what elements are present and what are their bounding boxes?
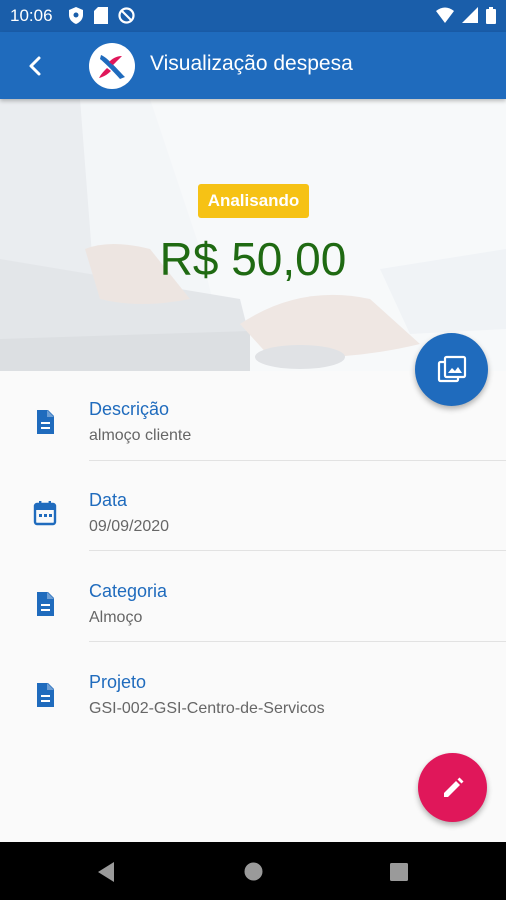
detail-label: Projeto xyxy=(89,672,147,692)
detail-value: GSI-002-GSI-Centro-de-Servicos xyxy=(89,700,325,717)
calendar-icon xyxy=(33,501,57,526)
detail-value: 09/09/2020 xyxy=(89,518,170,535)
edit-button[interactable] xyxy=(418,753,487,822)
shield-icon xyxy=(69,7,83,24)
nav-back-icon[interactable] xyxy=(96,861,116,883)
gallery-button[interactable] xyxy=(415,333,488,406)
divider xyxy=(89,460,506,461)
detail-label: Descrição xyxy=(89,399,170,419)
detail-projeto: Projeto GSI-002-GSI-Centro-de-Servicos xyxy=(0,658,506,748)
status-badge: Analisando xyxy=(198,184,309,218)
divider xyxy=(89,641,506,642)
pencil-icon xyxy=(443,777,463,797)
detail-value: Almoço xyxy=(89,609,143,626)
detail-label: Data xyxy=(89,490,128,510)
sd-card-icon xyxy=(94,7,108,24)
expense-amount: R$ 50,00 xyxy=(159,233,347,285)
page-title: Visualização despesa xyxy=(150,52,353,75)
detail-data: Data 09/09/2020 xyxy=(0,476,506,566)
photo-library-icon xyxy=(437,355,466,382)
system-nav-bar xyxy=(0,842,506,900)
battery-icon xyxy=(486,7,496,24)
document-icon xyxy=(37,592,54,616)
document-icon xyxy=(37,410,54,434)
document-icon xyxy=(37,683,54,707)
back-button[interactable] xyxy=(20,51,50,81)
wifi-icon xyxy=(436,7,454,23)
status-bar: 10:06 xyxy=(0,0,506,32)
app-logo xyxy=(89,43,135,89)
detail-categoria: Categoria Almoço xyxy=(0,567,506,657)
detail-label: Categoria xyxy=(89,581,168,601)
detail-value: almoço cliente xyxy=(89,427,192,444)
divider xyxy=(89,550,506,551)
nav-recents-icon[interactable] xyxy=(390,863,408,881)
arrow-back-icon xyxy=(29,56,41,76)
app-bar: Visualização despesa xyxy=(0,32,506,99)
status-time: 10:06 xyxy=(10,6,53,25)
cellular-icon xyxy=(462,7,478,23)
no-disturb-icon xyxy=(118,7,135,24)
nav-home-icon[interactable] xyxy=(243,861,264,882)
